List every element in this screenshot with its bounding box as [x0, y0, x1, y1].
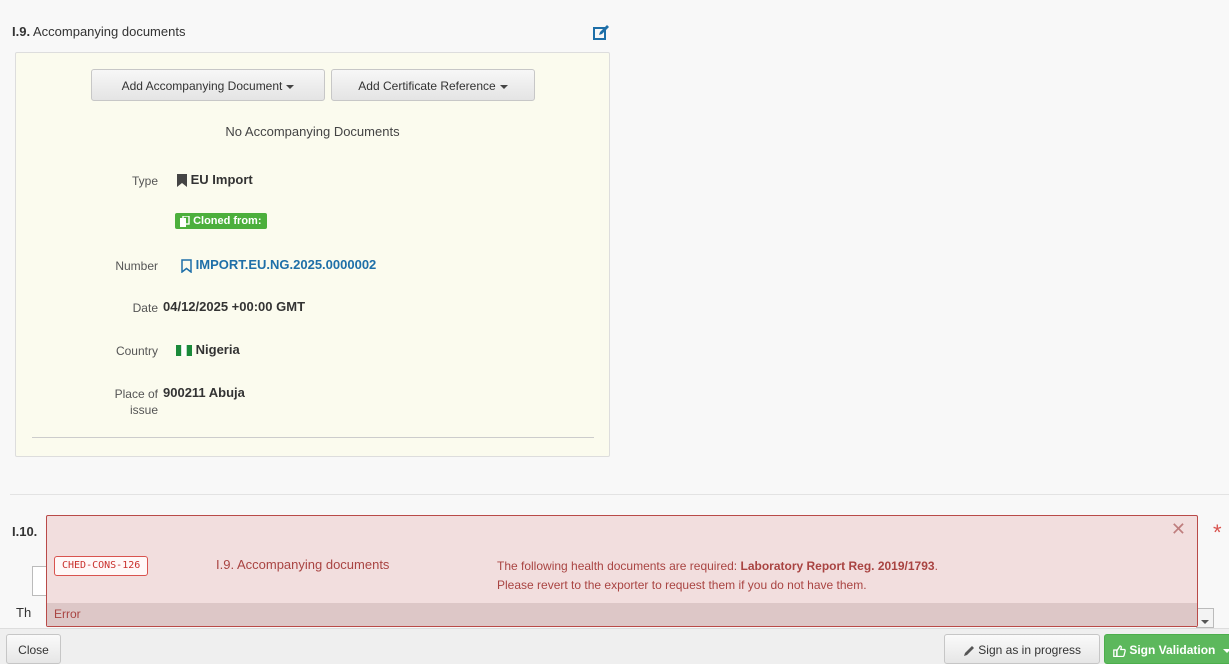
- required-star-icon: *: [1213, 520, 1222, 545]
- cloned-from-label: Cloned from:: [193, 215, 262, 227]
- edit-icon[interactable]: [592, 24, 610, 42]
- error-footer-label: Error: [54, 607, 81, 621]
- close-icon[interactable]: ✕: [1171, 519, 1186, 540]
- type-value-group: EU Import: [177, 172, 253, 188]
- caret-down-icon: [286, 84, 295, 89]
- add-accompanying-document-label: Add Accompanying Document: [121, 79, 283, 93]
- error-section-link[interactable]: I.9. Accompanying documents: [216, 557, 389, 572]
- chevron-down-icon: [1201, 620, 1209, 624]
- pencil-icon: [963, 645, 974, 656]
- type-value: EU Import: [190, 172, 253, 187]
- error-message-suffix: .: [934, 559, 938, 573]
- place-of-issue-label: Place of issue: [8, 386, 158, 418]
- section-i9-title-text: Accompanying documents: [32, 24, 186, 39]
- bottom-action-bar: Close Sign as in progress Sign Validatio…: [0, 628, 1229, 664]
- number-value: IMPORT.EU.NG.2025.0000002: [195, 257, 377, 272]
- error-message-line2: Please revert to the exporter to request…: [497, 578, 867, 592]
- type-label: Type: [131, 174, 158, 188]
- place-of-issue-label-line1: Place of: [114, 387, 158, 401]
- section-i10-select[interactable]: [1196, 608, 1214, 628]
- section-divider: [10, 494, 1229, 495]
- date-label: Date: [132, 301, 158, 315]
- sign-as-in-progress-button[interactable]: Sign as in progress: [944, 634, 1100, 664]
- copy-icon: [180, 215, 190, 227]
- nigeria-flag-icon: [176, 345, 192, 357]
- error-footer: Error: [47, 603, 1197, 626]
- section-i10-title: I.10.: [12, 524, 38, 539]
- section-i9-number: I.9.: [12, 24, 31, 39]
- error-message-document: Laboratory Report Reg. 2019/1793: [740, 559, 935, 573]
- country-value: Nigeria: [195, 342, 240, 357]
- error-code-badge: CHED-CONS-126: [54, 556, 149, 576]
- add-certificate-reference-label: Add Certificate Reference: [358, 79, 496, 93]
- caret-down-icon: [499, 84, 508, 89]
- thumbs-up-icon: [1113, 645, 1126, 657]
- sign-as-in-progress-label: Sign as in progress: [978, 643, 1082, 657]
- error-message-line1: The following health documents are requi…: [497, 557, 938, 576]
- place-of-issue-value: 900211 Abuja: [163, 385, 245, 400]
- close-button[interactable]: Close: [6, 634, 61, 664]
- error-message: The following health documents are requi…: [497, 557, 938, 595]
- section-i10-partial-text: Th: [16, 605, 32, 620]
- section-i9-title: I.9. Accompanying documents: [12, 24, 185, 39]
- add-accompanying-document-button[interactable]: Add Accompanying Document: [91, 69, 325, 101]
- error-popup: ✕ CHED-CONS-126 I.9. Accompanying docume…: [46, 515, 1198, 627]
- number-link[interactable]: IMPORT.EU.NG.2025.0000002: [181, 257, 376, 273]
- panel-divider: [32, 437, 594, 438]
- sign-validation-button[interactable]: Sign Validation: [1104, 634, 1229, 664]
- caret-down-icon: [1222, 648, 1229, 653]
- cloned-from-badge: Cloned from:: [175, 213, 267, 229]
- country-label: Country: [115, 344, 158, 358]
- country-value-group: Nigeria: [176, 342, 240, 357]
- add-certificate-reference-button[interactable]: Add Certificate Reference: [331, 69, 535, 101]
- number-label: Number: [115, 259, 158, 273]
- accompanying-documents-panel: Add Accompanying Document Add Certificat…: [15, 52, 610, 457]
- bookmark-icon: [177, 174, 187, 188]
- date-value: 04/12/2025 +00:00 GMT: [163, 299, 306, 314]
- sign-validation-label: Sign Validation: [1129, 643, 1216, 657]
- place-of-issue-label-line2: issue: [129, 403, 158, 417]
- no-documents-text: No Accompanying Documents: [225, 124, 400, 139]
- bookmark-outline-icon: [181, 258, 192, 273]
- error-message-prefix: The following health documents are requi…: [497, 559, 741, 573]
